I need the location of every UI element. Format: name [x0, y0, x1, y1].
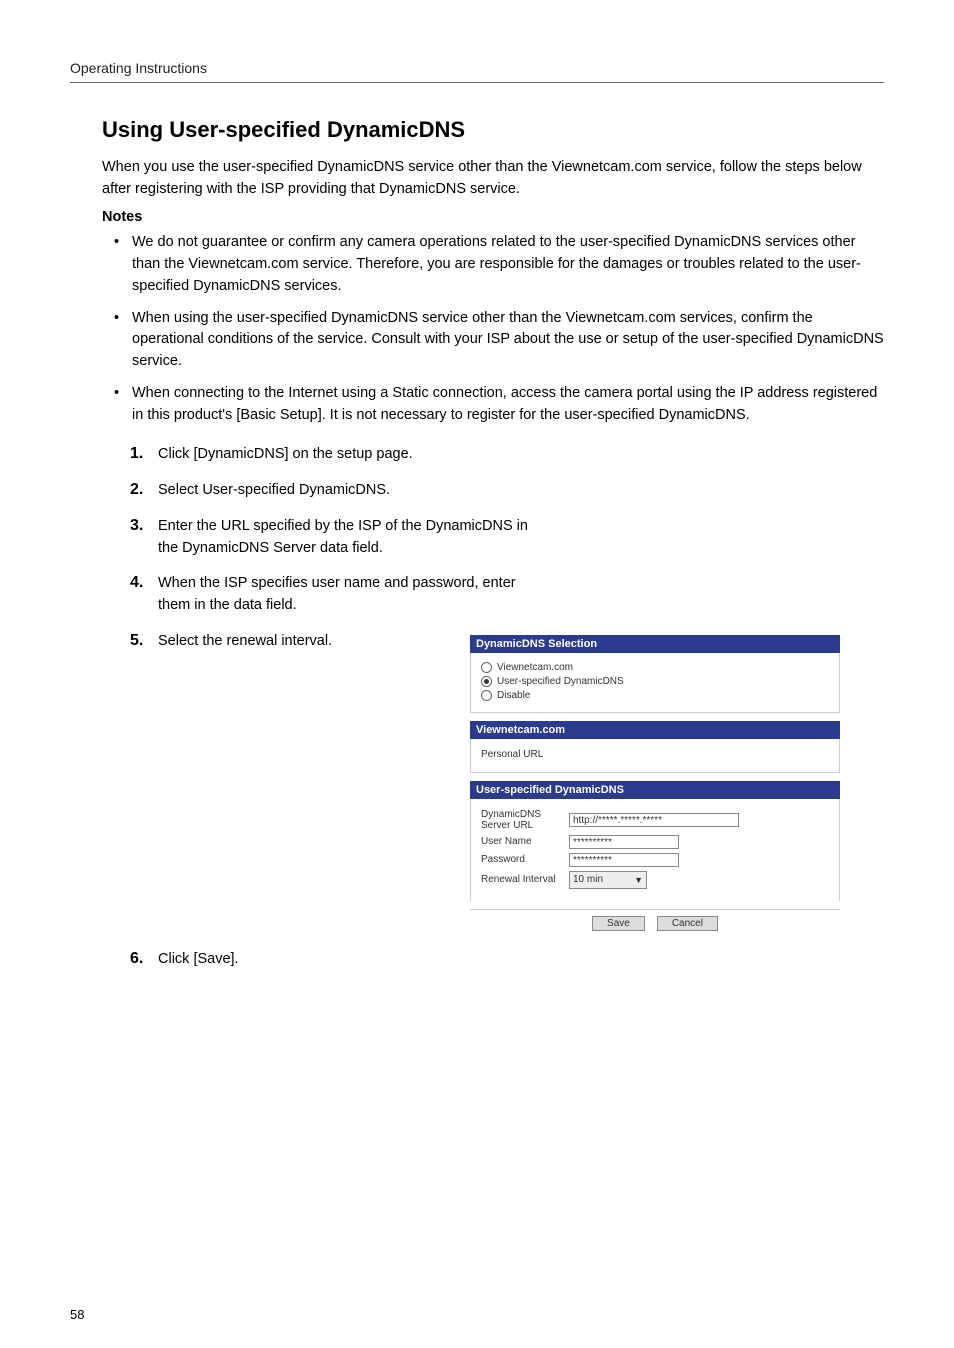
- selection-header: DynamicDNS Selection: [470, 635, 840, 653]
- personal-url-label: Personal URL: [481, 749, 569, 760]
- radio-viewnetcam[interactable]: Viewnetcam.com: [481, 662, 829, 673]
- steps-list-final: Click [Save].: [130, 949, 884, 971]
- button-row: Save Cancel: [470, 916, 840, 931]
- cancel-button[interactable]: Cancel: [657, 916, 718, 931]
- section-title: Using User-specified DynamicDNS: [102, 117, 884, 143]
- step-item: Click [Save].: [130, 949, 884, 971]
- note-item: When using the user-specified DynamicDNS…: [114, 308, 884, 373]
- server-url-input[interactable]: http://*****.*****.*****: [569, 813, 739, 827]
- save-button[interactable]: Save: [592, 916, 645, 931]
- viewnetcam-header: Viewnetcam.com: [470, 721, 840, 739]
- step5-row: Select the renewal interval. DynamicDNS …: [70, 631, 884, 931]
- renewal-value: 10 min: [573, 874, 603, 885]
- dynamicdns-panel: DynamicDNS Selection Viewnetcam.com User…: [470, 635, 840, 931]
- viewnetcam-body: Personal URL: [470, 739, 840, 773]
- steps-list-cont: Select the renewal interval.: [130, 631, 470, 653]
- note-item: When connecting to the Internet using a …: [114, 383, 884, 427]
- radio-icon: [481, 676, 492, 687]
- step-item: When the ISP specifies user name and pas…: [130, 573, 528, 617]
- notes-list: We do not guarantee or confirm any camer…: [114, 232, 884, 426]
- notes-label: Notes: [102, 207, 884, 229]
- page-number: 58: [70, 1307, 84, 1322]
- user-specified-header: User-specified DynamicDNS: [470, 781, 840, 799]
- radio-label: User-specified DynamicDNS: [497, 676, 624, 687]
- step-item: Select User-specified DynamicDNS.: [130, 480, 528, 502]
- step-item: Enter the URL specified by the ISP of th…: [130, 516, 528, 560]
- renewal-select[interactable]: 10 min ▼: [569, 871, 647, 889]
- renewal-label: Renewal Interval: [481, 874, 569, 885]
- radio-label: Disable: [497, 690, 530, 701]
- radio-icon: [481, 662, 492, 673]
- password-input[interactable]: **********: [569, 853, 679, 867]
- page: Operating Instructions Using User-specif…: [0, 0, 954, 1348]
- divider: [470, 909, 840, 910]
- username-input[interactable]: **********: [569, 835, 679, 849]
- user-specified-body: DynamicDNS Server URL http://*****.*****…: [470, 799, 840, 901]
- chevron-down-icon: ▼: [634, 875, 643, 885]
- radio-label: Viewnetcam.com: [497, 662, 573, 673]
- selection-body: Viewnetcam.com User-specified DynamicDNS…: [470, 653, 840, 713]
- running-header: Operating Instructions: [70, 60, 884, 83]
- password-label: Password: [481, 854, 569, 865]
- username-label: User Name: [481, 836, 569, 847]
- intro-paragraph: When you use the user-specified DynamicD…: [102, 157, 884, 201]
- steps-list: Click [DynamicDNS] on the setup page. Se…: [130, 444, 884, 617]
- radio-icon: [481, 690, 492, 701]
- step-item: Click [DynamicDNS] on the setup page.: [130, 444, 528, 466]
- step-item: Select the renewal interval.: [130, 631, 470, 653]
- server-url-label: DynamicDNS Server URL: [481, 809, 569, 831]
- note-item: We do not guarantee or confirm any camer…: [114, 232, 884, 297]
- radio-disable[interactable]: Disable: [481, 690, 829, 701]
- radio-user-specified[interactable]: User-specified DynamicDNS: [481, 676, 829, 687]
